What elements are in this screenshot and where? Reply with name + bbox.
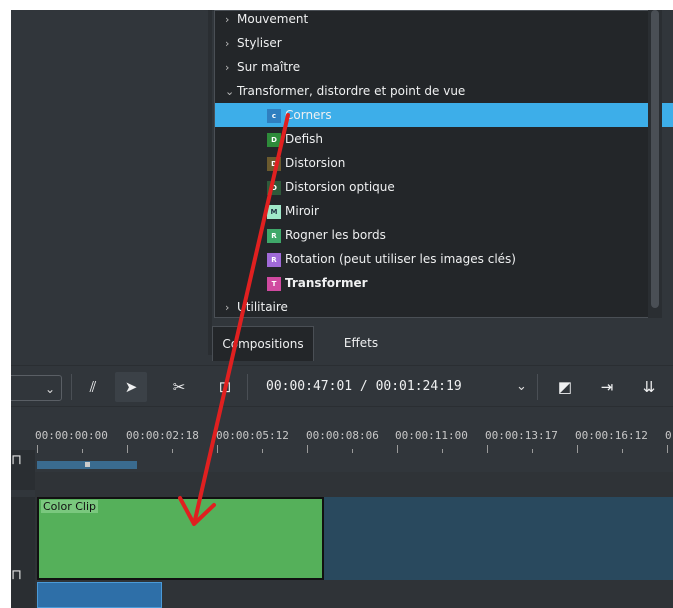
effect-icon: D xyxy=(267,132,281,147)
ruler-mark xyxy=(487,445,488,453)
tab-compositions[interactable]: Compositions xyxy=(212,326,314,361)
track-header: ⊓ xyxy=(11,497,35,608)
lock-icon[interactable]: ⊓ xyxy=(11,567,22,583)
ruler-label: 00:00:11:00 xyxy=(395,429,468,442)
tree-category-mouvement[interactable]: › Mouvement xyxy=(215,10,659,31)
ruler-mark xyxy=(397,445,398,453)
select-tool-icon[interactable]: ➤ xyxy=(115,372,147,402)
ruler-mark xyxy=(37,445,38,453)
timeline-ruler[interactable]: 00:00:00:00 00:00:02:18 00:00:05:12 00:0… xyxy=(11,425,673,471)
ruler-mark xyxy=(172,449,173,453)
spacer-tool-icon[interactable]: ⫽ xyxy=(77,372,109,402)
toolbar-separator xyxy=(71,374,72,400)
tree-item-miroir[interactable]: M Miroir xyxy=(215,199,673,223)
tab-effets[interactable]: Effets xyxy=(315,326,407,360)
overwrite-icon[interactable]: ⇥ xyxy=(591,372,623,402)
tree-category-sur-maitre[interactable]: › Sur maître xyxy=(215,55,659,79)
effects-tree: › Mouvement › Styliser › Sur maître ⌄ Transf… xyxy=(214,10,673,318)
ruler-label: 00:00:02:18 xyxy=(126,429,199,442)
tree-item-corners[interactable]: c Corners xyxy=(215,103,673,127)
effect-icon: c xyxy=(267,108,281,123)
effect-icon: R xyxy=(267,228,281,243)
ruler-mark xyxy=(82,449,83,453)
tree-item-distorsion-optique[interactable]: D Distorsion optique xyxy=(215,175,673,199)
insert-icon[interactable]: ⇊ xyxy=(633,372,665,402)
toolbar-separator xyxy=(247,374,248,400)
tree-item-distorsion[interactable]: D Distorsion xyxy=(215,151,673,175)
zone-handle[interactable] xyxy=(85,462,90,467)
kdenlive-window: › Mouvement › Styliser › Sur maître ⌄ Transf… xyxy=(11,10,673,608)
chevron-right-icon: › xyxy=(225,13,230,26)
clip-label: Color Clip xyxy=(41,500,98,513)
ruler-mark xyxy=(307,445,308,453)
razor-tool-icon[interactable]: ✂ xyxy=(163,372,195,402)
ruler-mark xyxy=(442,449,443,453)
effect-icon: R xyxy=(267,252,281,267)
effect-icon: D xyxy=(267,156,281,171)
chevron-down-icon: ⌄ xyxy=(44,382,55,396)
track-empty-region[interactable] xyxy=(324,497,673,580)
ruler-mark xyxy=(127,445,128,453)
ruler-mark xyxy=(622,449,623,453)
track-header: ⊓ xyxy=(11,450,35,490)
ruler-mark xyxy=(577,445,578,453)
timecode-display[interactable]: 00:00:47:01 / 00:01:24:19 xyxy=(266,372,462,402)
ruler-label: 00:00:05:12 xyxy=(216,429,289,442)
tree-item-transformer[interactable]: T Transformer xyxy=(215,271,673,295)
zoom-combo[interactable]: ⌄ xyxy=(11,375,62,401)
toolbar-separator xyxy=(537,374,538,400)
ruler-label: 00:00:00:00 xyxy=(35,429,108,442)
chevron-right-icon: › xyxy=(225,37,230,50)
tree-category-utilitaire[interactable]: › Utilitaire xyxy=(215,295,659,319)
ruler-mark xyxy=(667,445,668,453)
tree-item-rogner-les-bords[interactable]: R Rogner les bords xyxy=(215,223,673,247)
ruler-label: 00:00:16:12 xyxy=(575,429,648,442)
ruler-mark xyxy=(532,449,533,453)
panel-splitter[interactable] xyxy=(208,10,212,355)
ruler-mark xyxy=(352,449,353,453)
color-clip[interactable]: Color Clip xyxy=(37,497,324,580)
effect-icon: T xyxy=(267,276,281,291)
ruler-mark xyxy=(217,445,218,453)
ruler-mark xyxy=(262,449,263,453)
timeline-toolbar: ⌄ ⫽ ➤ ✂ ⊡ 00:00:47:01 / 00:01:24:19 ⌄ ◩ … xyxy=(11,365,673,407)
chevron-right-icon: › xyxy=(225,301,230,314)
lock-icon[interactable]: ⊓ xyxy=(11,452,22,468)
effect-icon: D xyxy=(267,180,281,195)
chevron-down-icon[interactable]: ⌄ xyxy=(516,372,527,402)
tree-scrollbar-handle[interactable] xyxy=(651,10,659,308)
tree-category-transformer[interactable]: ⌄ Transformer, distordre et point de vue xyxy=(215,79,659,103)
ruler-label: 00:00:08:06 xyxy=(306,429,379,442)
tree-item-defish[interactable]: D Defish xyxy=(215,127,673,151)
tree-item-rotation[interactable]: R Rotation (peut utiliser les images clés… xyxy=(215,247,673,271)
ruler-label: 00:00:13:17 xyxy=(485,429,558,442)
chevron-down-icon: ⌄ xyxy=(225,85,235,98)
split-view-icon[interactable]: ◩ xyxy=(549,372,581,402)
left-empty-panel xyxy=(11,10,208,355)
video-clip-thumbnail[interactable] xyxy=(37,582,162,608)
effect-icon: M xyxy=(267,204,281,219)
tree-category-styliser[interactable]: › Styliser xyxy=(215,31,659,55)
bottom-tabs: Compositions Effets xyxy=(212,326,673,362)
ruler-label: 0 xyxy=(665,429,672,442)
insert-tool-icon[interactable]: ⊡ xyxy=(209,372,241,402)
chevron-right-icon: › xyxy=(225,61,230,74)
